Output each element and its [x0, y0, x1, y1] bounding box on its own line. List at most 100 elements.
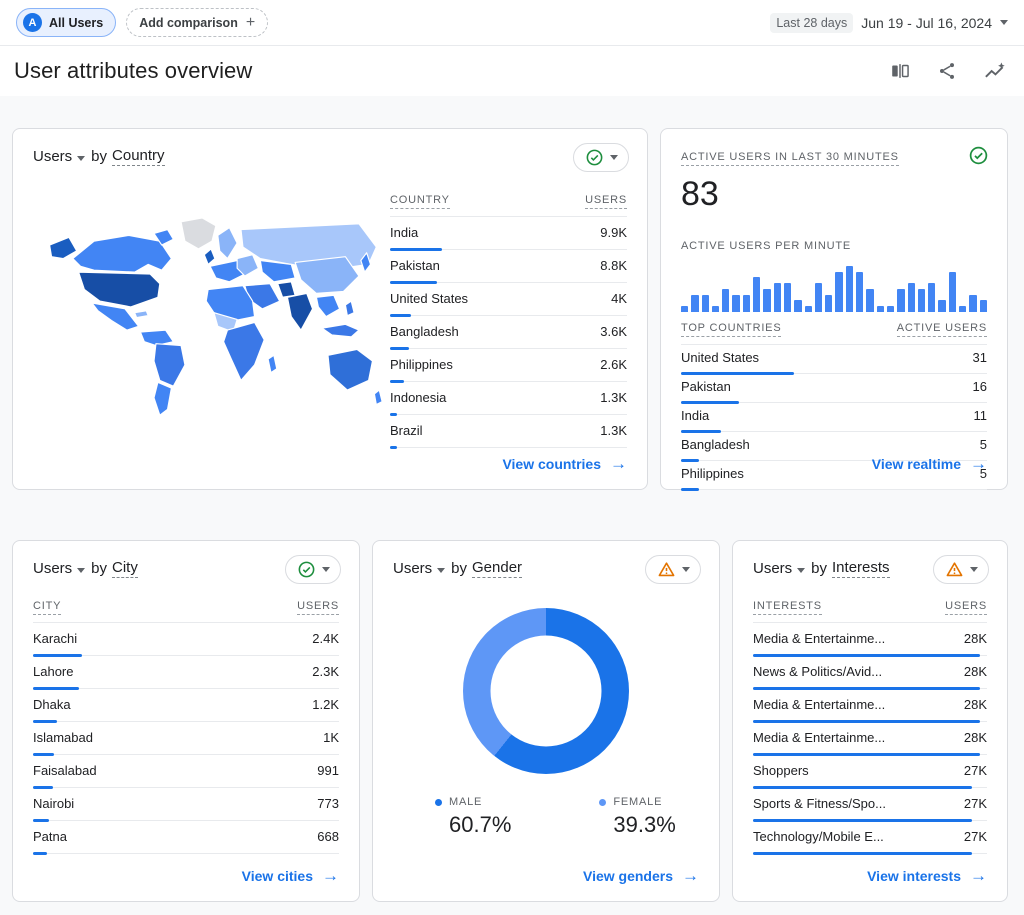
plus-icon: +: [246, 14, 255, 32]
column-header-top-countries[interactable]: TOP COUNTRIES: [681, 322, 781, 337]
row-label: Bangladesh: [681, 437, 750, 452]
table-header: TOP COUNTRIES ACTIVE USERS: [681, 322, 987, 345]
row-label: Sports & Fitness/Spo...: [753, 796, 886, 811]
data-quality-badge-country[interactable]: [573, 143, 629, 172]
row-label: Patna: [33, 829, 67, 844]
data-quality-badge-city[interactable]: [285, 555, 341, 584]
data-quality-badge-interests[interactable]: [933, 555, 989, 584]
country-rows: India9.9KPakistan8.8KUnited States4KBang…: [390, 217, 627, 448]
view-countries-link[interactable]: View countries →: [502, 454, 627, 474]
all-users-label: All Users: [49, 16, 103, 30]
table-row: Sports & Fitness/Spo...27K: [753, 788, 987, 821]
date-range-value: Jun 19 - Jul 16, 2024: [861, 15, 992, 31]
add-comparison-chip[interactable]: Add comparison +: [126, 8, 268, 37]
realtime-card: ACTIVE USERS IN LAST 30 MINUTES 83 ACTIV…: [660, 128, 1008, 490]
map-australia: [328, 349, 372, 390]
minute-bar: [959, 306, 966, 312]
minute-bar: [856, 272, 863, 312]
arrow-right-icon: →: [322, 866, 339, 886]
table-row: India9.9K: [390, 217, 627, 250]
column-header-users[interactable]: USERS: [585, 194, 627, 209]
users-metric-dropdown[interactable]: Users: [753, 560, 792, 577]
table-row: Media & Entertainme...28K: [753, 623, 987, 656]
interests-dimension-link[interactable]: Interests: [832, 559, 890, 578]
row-value: 991: [317, 763, 339, 778]
gender-dimension-link[interactable]: Gender: [472, 559, 522, 578]
minute-bar: [835, 272, 842, 312]
city-dimension-link[interactable]: City: [112, 559, 138, 578]
row-bar: [390, 446, 397, 449]
chevron-down-icon: [970, 567, 978, 572]
column-header-users[interactable]: USERS: [297, 600, 339, 615]
active-users-per-minute-chart[interactable]: [681, 264, 987, 312]
users-metric-dropdown[interactable]: Users: [33, 560, 72, 577]
all-users-chip[interactable]: A All Users: [16, 8, 116, 37]
row-label: Karachi: [33, 631, 77, 646]
row-label: Indonesia: [390, 390, 446, 405]
row-label: Philippines: [390, 357, 453, 372]
column-header-active-users[interactable]: ACTIVE USERS: [897, 322, 987, 337]
minute-bar: [794, 300, 801, 312]
data-quality-badge-gender[interactable]: [645, 555, 701, 584]
minute-bar: [763, 289, 770, 312]
arrow-right-icon: →: [970, 866, 987, 886]
row-bar: [681, 488, 699, 491]
realtime-title[interactable]: ACTIVE USERS IN LAST 30 MINUTES: [681, 151, 899, 166]
row-label: Nairobi: [33, 796, 74, 811]
row-label: India: [681, 408, 709, 423]
row-value: 1K: [323, 730, 339, 745]
title-by-text: by: [451, 560, 467, 577]
country-dimension-link[interactable]: Country: [112, 147, 165, 166]
table-row: Karachi2.4K: [33, 623, 339, 656]
column-header-users[interactable]: USERS: [945, 600, 987, 615]
view-genders-link[interactable]: View genders →: [583, 866, 699, 886]
map-greenland: [181, 218, 216, 249]
chevron-down-icon: [682, 567, 690, 572]
row-value: 27K: [964, 829, 987, 844]
row-label: Media & Entertainme...: [753, 730, 885, 745]
view-interests-link[interactable]: View interests →: [867, 866, 987, 886]
users-metric-dropdown[interactable]: Users: [393, 560, 432, 577]
per-minute-label: ACTIVE USERS PER MINUTE: [681, 240, 851, 252]
minute-bar: [774, 283, 781, 312]
map-pakistan: [277, 282, 294, 297]
users-metric-dropdown[interactable]: Users: [33, 148, 72, 165]
edit-comparisons-icon[interactable]: [889, 60, 911, 82]
row-bar: [753, 852, 972, 855]
row-label: Lahore: [33, 664, 73, 679]
row-value: 4K: [611, 291, 627, 306]
users-by-gender-card: Users by Gender MALE 60.7% FEMALE: [372, 540, 720, 902]
world-map[interactable]: [33, 176, 390, 448]
minute-bar: [877, 306, 884, 312]
table-row: Media & Entertainme...28K: [753, 722, 987, 755]
minute-bar: [928, 283, 935, 312]
view-cities-link[interactable]: View cities →: [242, 866, 339, 886]
row-value: 11: [974, 408, 988, 423]
column-header-interests[interactable]: INTERESTS: [753, 600, 822, 615]
table-row: Lahore 2.3K: [33, 656, 339, 689]
table-row: Media & Entertainme...28K: [753, 689, 987, 722]
row-value: 3.6K: [600, 324, 627, 339]
table-row: Patna668: [33, 821, 339, 854]
row-label: Media & Entertainme...: [753, 697, 885, 712]
gender-donut-chart[interactable]: [463, 608, 629, 774]
insights-icon[interactable]: [983, 60, 1006, 83]
map-uk: [204, 249, 215, 264]
row-value: 2.3K: [312, 664, 339, 679]
column-header-country[interactable]: COUNTRY: [390, 194, 450, 209]
minute-bar: [753, 277, 760, 312]
share-icon[interactable]: [937, 61, 957, 81]
title-by-text: by: [811, 560, 827, 577]
chevron-down-icon: [1000, 20, 1008, 25]
minute-bar: [938, 300, 945, 312]
check-circle-icon: [585, 148, 604, 167]
top-bar: A All Users Add comparison + Last 28 day…: [0, 0, 1024, 46]
minute-bar: [743, 295, 750, 312]
map-usa: [78, 272, 159, 307]
title-bar: User attributes overview: [0, 46, 1024, 96]
column-header-city[interactable]: CITY: [33, 600, 61, 615]
date-range-selector[interactable]: Last 28 days Jun 19 - Jul 16, 2024: [770, 13, 1008, 33]
view-realtime-link[interactable]: View realtime →: [872, 454, 987, 474]
row-value: 1.2K: [312, 697, 339, 712]
row-label: Brazil: [390, 423, 423, 438]
